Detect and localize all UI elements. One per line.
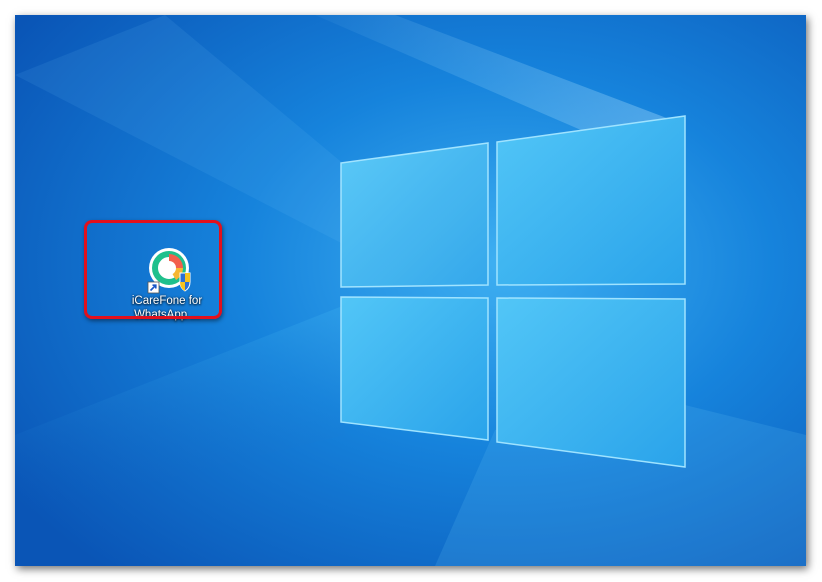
red-highlight-box bbox=[84, 220, 222, 319]
